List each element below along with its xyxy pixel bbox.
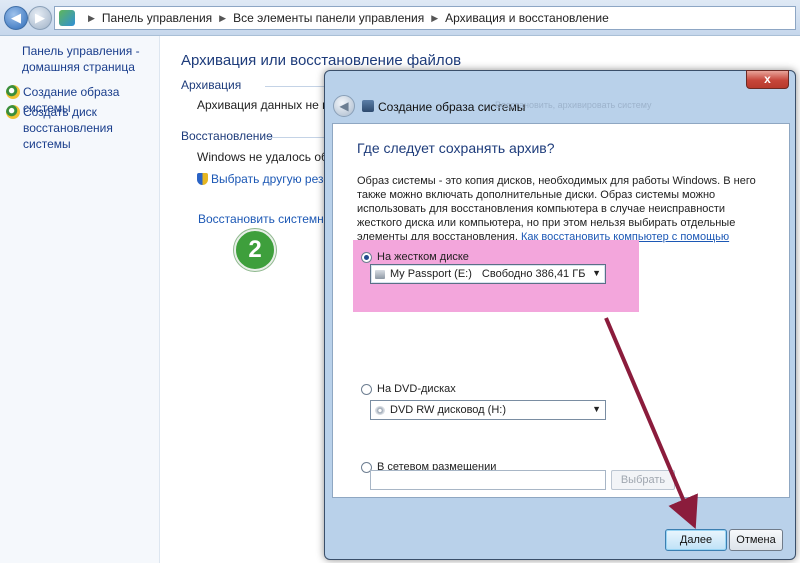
hard-disk-label[interactable]: На жестком диске — [377, 251, 469, 263]
chevron-down-icon[interactable]: ▼ — [592, 268, 601, 278]
dvd-radio[interactable] — [361, 383, 372, 395]
restore-section-heading: Восстановление — [181, 129, 273, 143]
dialog-content: Где следует сохранять архив? Образ систе… — [332, 123, 790, 498]
dialog-heading: Где следует сохранять архив? — [357, 140, 555, 156]
breadcrumb-all-items[interactable]: Все элементы панели управления — [233, 11, 424, 25]
dvd-select[interactable]: DVD RW дисковод (H:) ▼ — [370, 400, 606, 420]
task-label[interactable]: Создать диск восстановления системы — [23, 104, 156, 152]
create-system-image-dialog: x ◀ Создание образа системы Восстановить… — [324, 70, 796, 560]
browse-button[interactable]: Выбрать — [611, 470, 675, 490]
step-number-badge: 2 — [234, 229, 276, 271]
dvd-drive: DVD RW дисковод (H:) — [390, 404, 506, 416]
shield-icon — [197, 173, 208, 185]
control-panel-icon — [59, 10, 75, 26]
hard-disk-drive: My Passport (E:) — [390, 268, 472, 280]
cancel-button[interactable]: Отмена — [729, 529, 783, 551]
backup-section-heading: Архивация — [181, 78, 242, 92]
breadcrumb-control-panel[interactable]: Панель управления — [102, 11, 212, 25]
dvd-option[interactable]: На DVD-дисках — [361, 383, 456, 395]
hard-disk-radio[interactable] — [361, 251, 372, 263]
shield-icon — [6, 85, 20, 99]
next-button[interactable]: Далее — [665, 529, 727, 551]
chevron-right-icon[interactable]: ▶ — [219, 13, 226, 24]
left-nav-pane: Панель управления - домашняя страница Со… — [0, 36, 160, 563]
close-button[interactable]: x — [746, 70, 789, 89]
hard-disk-select[interactable]: My Passport (E:) Свободно 386,41 ГБ ▼ — [370, 264, 606, 284]
shield-icon — [6, 105, 20, 119]
breadcrumb[interactable]: ▶ Панель управления ▶ Все элементы панел… — [54, 6, 796, 30]
hard-drive-icon — [375, 269, 385, 279]
back-arrow-icon[interactable]: ◀ — [333, 95, 355, 117]
network-path-input[interactable] — [370, 470, 606, 490]
hard-disk-free-space: Свободно 386,41 ГБ — [481, 268, 586, 280]
page-title: Архивация или восстановление файлов — [181, 52, 462, 69]
create-recovery-disc-link[interactable]: Создать диск восстановления системы — [6, 104, 156, 152]
back-arrow-icon[interactable]: ◀ — [4, 6, 28, 30]
dvd-drive-icon — [375, 405, 385, 415]
control-panel-home-link[interactable]: Панель управления - домашняя страница — [22, 43, 152, 75]
dialog-ghost-title: Восстановить, архивировать систему — [495, 100, 652, 110]
breadcrumb-backup-restore[interactable]: Архивация и восстановление — [445, 11, 609, 25]
address-bar: ◀ ▶ ▶ Панель управления ▶ Все элементы п… — [0, 0, 800, 36]
forward-arrow-icon[interactable]: ▶ — [28, 6, 52, 30]
dvd-label[interactable]: На DVD-дисках — [377, 383, 456, 395]
chevron-right-icon[interactable]: ▶ — [431, 13, 438, 24]
chevron-right-icon[interactable]: ▶ — [88, 13, 95, 24]
chevron-down-icon[interactable]: ▼ — [592, 404, 601, 414]
system-image-icon — [362, 100, 374, 112]
hard-disk-option[interactable]: На жестком диске — [361, 251, 469, 263]
